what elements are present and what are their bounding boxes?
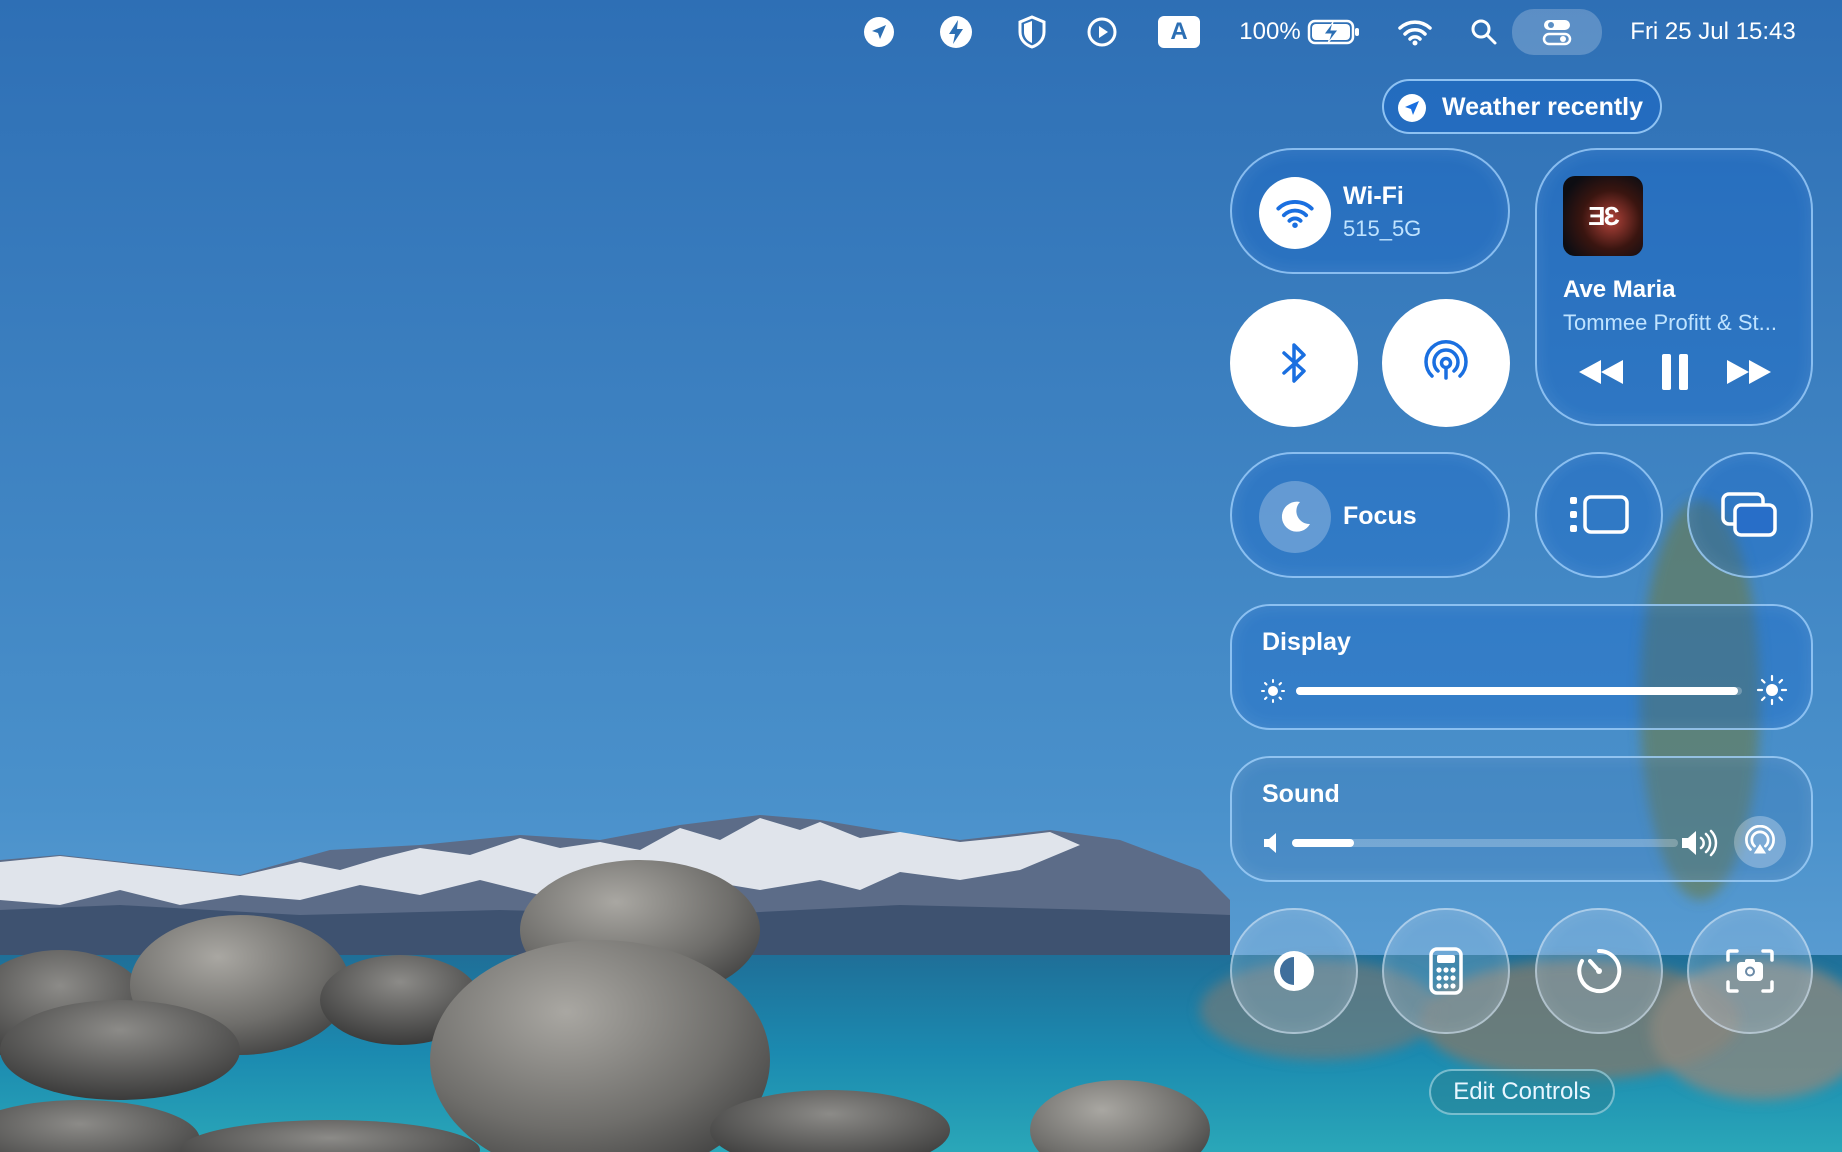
bluetooth-toggle[interactable] xyxy=(1230,299,1358,427)
timer-button[interactable] xyxy=(1535,908,1663,1034)
location-arrow-icon[interactable] xyxy=(859,12,899,52)
volume-slider-fill xyxy=(1292,839,1354,847)
menu-bar-clock[interactable]: Fri 25 Jul 15:43 xyxy=(1614,12,1812,52)
airplay-audio-icon xyxy=(1745,825,1775,854)
weather-label: Weather recently xyxy=(1442,93,1644,121)
track-artist: Tommee Profitt & St... xyxy=(1563,310,1777,335)
menu-bar: A 100% Fri 25 Jul 15:43 xyxy=(0,0,1842,64)
keyboard-input-icon[interactable]: A xyxy=(1158,16,1200,48)
play-circle-icon[interactable] xyxy=(1082,12,1122,52)
volume-slider[interactable] xyxy=(1292,839,1678,847)
shield-icon[interactable] xyxy=(1012,12,1052,52)
pause-icon xyxy=(1662,354,1688,390)
timer-icon xyxy=(1577,948,1622,993)
bluetooth-icon xyxy=(1282,343,1306,383)
album-art-text: ƎƐ xyxy=(1588,200,1620,231)
fast-forward-icon xyxy=(1727,360,1771,384)
dark-mode-icon xyxy=(1274,951,1314,991)
battery-charging-icon[interactable] xyxy=(1306,12,1362,52)
brightness-slider-fill xyxy=(1296,687,1738,695)
volume-low-icon xyxy=(1258,828,1288,858)
brightness-slider[interactable] xyxy=(1296,687,1742,695)
calculator-icon xyxy=(1429,947,1463,995)
display-module: Display xyxy=(1230,604,1813,730)
brightness-low-icon xyxy=(1258,676,1288,706)
sound-module: Sound xyxy=(1230,756,1813,882)
focus-label: Focus xyxy=(1343,502,1417,530)
edit-controls-label: Edit Controls xyxy=(1453,1078,1591,1105)
display-label: Display xyxy=(1262,628,1351,656)
battery-percent: 100% xyxy=(1238,12,1302,52)
focus-tile[interactable]: Focus xyxy=(1230,452,1510,578)
control-center-icon[interactable] xyxy=(1512,9,1602,55)
battery-percent-label: 100% xyxy=(1239,18,1301,45)
bolt-icon[interactable] xyxy=(936,12,976,52)
calculator-button[interactable] xyxy=(1382,908,1510,1034)
airdrop-toggle[interactable] xyxy=(1382,299,1510,427)
weather-location-indicator[interactable]: Weather recently xyxy=(1382,79,1662,134)
wifi-icon[interactable] xyxy=(1394,12,1436,52)
audio-output-button[interactable] xyxy=(1734,816,1786,868)
search-icon[interactable] xyxy=(1466,12,1502,52)
datetime-label: Fri 25 Jul 15:43 xyxy=(1630,18,1796,45)
airdrop-icon xyxy=(1424,339,1468,380)
dark-mode-button[interactable] xyxy=(1230,908,1358,1034)
screen-mirroring-button[interactable] xyxy=(1687,452,1813,578)
wifi-label: Wi-Fi xyxy=(1343,182,1404,210)
wifi-toggle[interactable] xyxy=(1259,177,1331,249)
screen-mirroring-icon xyxy=(1721,492,1777,537)
screenshot-button[interactable] xyxy=(1687,908,1813,1034)
now-playing-tile[interactable]: ƎƐ Ave Maria Tommee Profitt & St... xyxy=(1535,148,1813,426)
next-track-button[interactable] xyxy=(1723,350,1775,394)
moon-icon xyxy=(1281,501,1310,532)
pause-button[interactable] xyxy=(1653,350,1697,394)
stage-manager-icon xyxy=(1570,495,1629,534)
brightness-high-icon xyxy=(1754,672,1790,708)
volume-high-icon xyxy=(1678,826,1720,860)
wifi-network-name: 515_5G xyxy=(1343,216,1422,241)
keyboard-input-label: A xyxy=(1170,18,1188,45)
stage-manager-button[interactable] xyxy=(1535,452,1663,578)
rewind-icon xyxy=(1579,360,1623,384)
edit-controls-button[interactable]: Edit Controls xyxy=(1429,1069,1615,1115)
track-title: Ave Maria xyxy=(1563,276,1676,303)
screenshot-icon xyxy=(1726,949,1774,993)
album-art[interactable]: ƎƐ xyxy=(1563,176,1643,256)
focus-toggle[interactable] xyxy=(1259,481,1331,553)
wifi-icon xyxy=(1276,200,1314,228)
previous-track-button[interactable] xyxy=(1575,350,1627,394)
sound-label: Sound xyxy=(1262,780,1340,808)
location-arrow-icon xyxy=(1398,94,1426,122)
wifi-tile[interactable]: Wi-Fi 515_5G xyxy=(1230,148,1510,274)
